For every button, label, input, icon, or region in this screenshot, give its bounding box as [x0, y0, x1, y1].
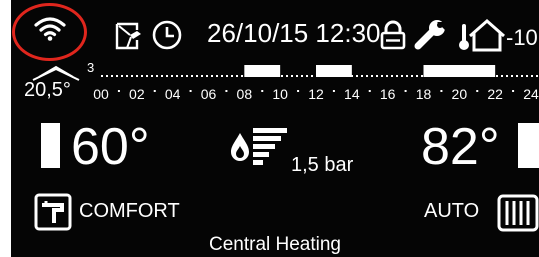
- hour-label: 22: [487, 86, 503, 102]
- hour-label: 14: [344, 86, 360, 102]
- outdoor-temperature-icon[interactable]: [456, 18, 506, 52]
- status-bar: 26/10/15 12:30 -10: [11, 0, 539, 61]
- hour-label: 04: [164, 86, 181, 102]
- system-pressure: 1,5 bar: [291, 154, 354, 176]
- hour-label: 02: [129, 86, 145, 102]
- room-temperature-superscript: 3: [87, 60, 95, 75]
- hour-label: 08: [236, 86, 253, 102]
- hot-water-temperature[interactable]: 60°: [71, 119, 150, 175]
- function-label: Central Heating: [208, 234, 342, 255]
- pressure-gauge-icon: [253, 128, 287, 165]
- hour-label: 00: [93, 86, 109, 102]
- hour-axis: 00 02 04 06 08 10 12 14 16 18 20 22 24: [11, 86, 539, 102]
- daily-schedule[interactable]: 20,5° 3 00 02 04 06 08 10 12 14 16 18 20 22 24: [11, 52, 539, 112]
- hour-label: 24: [523, 86, 539, 102]
- hour-label: 12: [308, 86, 324, 102]
- date-time[interactable]: 26/10/15 12:30: [207, 19, 381, 47]
- schedule-comfort-slot[interactable]: [316, 65, 352, 77]
- outdoor-temperature: -10: [506, 25, 538, 50]
- hour-label: 16: [379, 86, 396, 102]
- wifi-icon[interactable]: [33, 14, 67, 42]
- hot-water-mode[interactable]: COMFORT: [79, 200, 180, 222]
- ch-level-bar: [518, 123, 539, 168]
- lock-icon[interactable]: [379, 20, 407, 50]
- hour-label: 18: [415, 86, 432, 102]
- central-heating-mode[interactable]: AUTO: [424, 200, 479, 222]
- flame-icon: [231, 133, 249, 161]
- schedule-comfort-slot[interactable]: [244, 65, 281, 77]
- tap-water-icon[interactable]: [34, 193, 72, 231]
- clock-icon[interactable]: [151, 19, 183, 51]
- wrench-icon[interactable]: [414, 18, 448, 52]
- central-heating-temperature[interactable]: 82°: [421, 119, 500, 175]
- hour-label: 10: [272, 86, 288, 102]
- schedule-comfort-slot[interactable]: [423, 65, 496, 77]
- boiler-display: 26/10/15 12:30 -10 20,5° 3 00 02 04 06 0…: [11, 0, 539, 257]
- manual-mode-icon[interactable]: [115, 22, 145, 50]
- dhw-level-bar: [41, 123, 60, 168]
- hour-label: 20: [451, 86, 468, 102]
- radiator-icon[interactable]: [497, 193, 539, 233]
- hour-label: 06: [200, 86, 217, 102]
